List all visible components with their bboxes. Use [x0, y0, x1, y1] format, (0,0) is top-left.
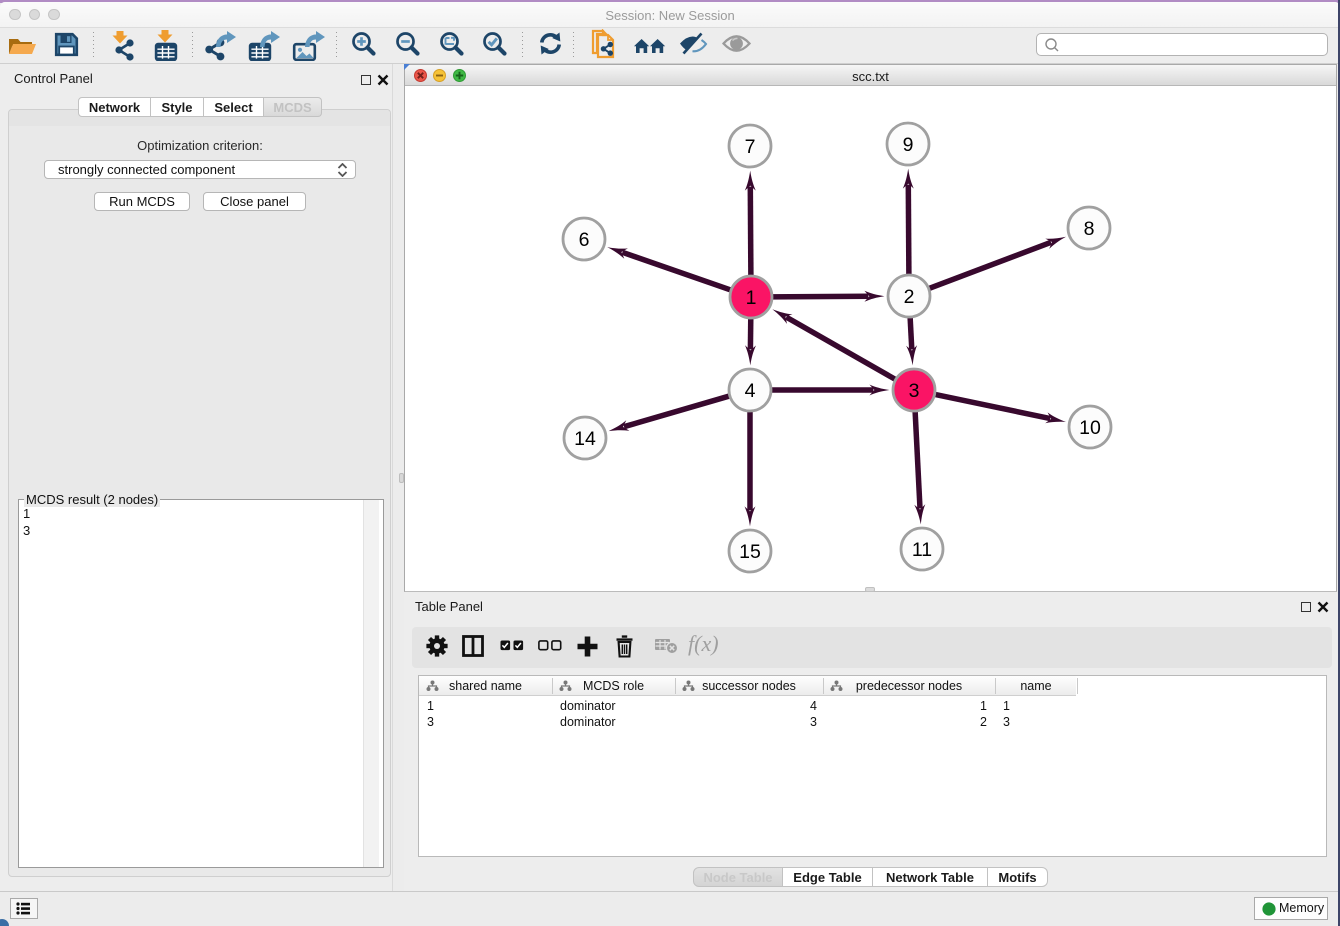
svg-text:1: 1: [746, 287, 757, 309]
svg-text:3: 3: [909, 380, 920, 402]
svg-text:14: 14: [574, 428, 596, 450]
svg-text:11: 11: [912, 539, 932, 561]
svg-text:15: 15: [739, 541, 761, 563]
svg-text:9: 9: [903, 134, 914, 156]
svg-text:4: 4: [745, 380, 756, 402]
svg-text:10: 10: [1079, 417, 1101, 439]
svg-text:8: 8: [1084, 218, 1095, 240]
svg-text:2: 2: [904, 286, 915, 308]
svg-text:7: 7: [745, 136, 756, 158]
svg-text:6: 6: [579, 229, 590, 251]
